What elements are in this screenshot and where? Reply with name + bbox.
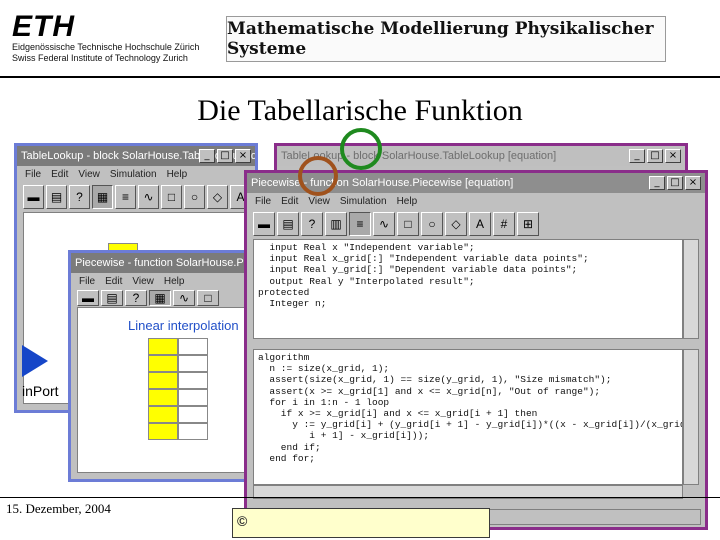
- menu-simulation[interactable]: Simulation: [340, 196, 387, 207]
- vertical-scrollbar[interactable]: [683, 239, 699, 339]
- window-controls: _ □ ×: [629, 149, 681, 163]
- line-icon[interactable]: ∿: [173, 290, 195, 306]
- piecewise-diagram-window[interactable]: Piecewise - function SolarHouse.Piecewis…: [68, 250, 254, 482]
- minimize-button[interactable]: _: [629, 149, 645, 163]
- component-icon[interactable]: ▬: [253, 212, 275, 236]
- highlight-circle-green: [340, 128, 382, 170]
- interpolation-table-graphic: [148, 338, 208, 440]
- eth-name-german: Eidgenössische Technische Hochschule Zür…: [12, 42, 200, 52]
- window-titlebar[interactable]: Piecewise - function SolarHouse.Piecewis…: [71, 253, 251, 273]
- line-icon[interactable]: ∿: [138, 185, 159, 209]
- polygon-icon[interactable]: ◇: [207, 185, 228, 209]
- diagram-icon[interactable]: ▦: [149, 290, 171, 306]
- component-icon[interactable]: ▬: [23, 185, 44, 209]
- ellipse-icon[interactable]: ○: [421, 212, 443, 236]
- piecewise-equation-window[interactable]: Piecewise - function SolarHouse.Piecewis…: [244, 170, 708, 530]
- text-icon[interactable]: ≡: [349, 212, 371, 236]
- menu-help[interactable]: Help: [164, 276, 185, 287]
- menu-bar: File Edit View Simulation Help: [17, 166, 255, 182]
- toolbar: ▬ ▤ ? ▦ ∿ □: [75, 289, 247, 307]
- eth-logo: ETH: [12, 10, 75, 43]
- minimize-button[interactable]: _: [199, 149, 215, 163]
- menu-file[interactable]: File: [255, 196, 271, 207]
- polygon-icon[interactable]: ◇: [445, 212, 467, 236]
- maximize-button[interactable]: □: [647, 149, 663, 163]
- info-icon[interactable]: ▥: [325, 212, 347, 236]
- maximize-button[interactable]: □: [667, 176, 683, 190]
- menu-help[interactable]: Help: [167, 169, 188, 180]
- menu-view[interactable]: View: [132, 276, 154, 287]
- minimize-button[interactable]: _: [649, 176, 665, 190]
- window-title: Piecewise - function SolarHouse.Piecewis…: [251, 177, 514, 189]
- slide-title: Die Tabellarische Funktion: [197, 94, 523, 127]
- menu-file[interactable]: File: [79, 276, 95, 287]
- save-icon[interactable]: ▤: [46, 185, 67, 209]
- close-button[interactable]: ×: [665, 149, 681, 163]
- menu-file[interactable]: File: [25, 169, 41, 180]
- toolbar: ▬ ▤ ? ▥ ≡ ∿ □ ○ ◇ A # ⊞: [251, 209, 701, 239]
- rectangle-icon[interactable]: □: [397, 212, 419, 236]
- window-titlebar[interactable]: TableLookup - block SolarHouse.TableLook…: [277, 146, 685, 166]
- help-icon[interactable]: ?: [69, 185, 90, 209]
- course-banner: Mathematische Modellierung Physikalische…: [226, 16, 666, 62]
- rectangle-icon[interactable]: □: [161, 185, 182, 209]
- close-button[interactable]: ×: [685, 176, 701, 190]
- vertical-scrollbar[interactable]: [683, 349, 699, 485]
- help-icon[interactable]: ?: [301, 212, 323, 236]
- grid-icon[interactable]: #: [493, 212, 515, 236]
- toolbar: ▬ ▤ ? ▦ ≡ ∿ □ ○ ◇ A: [21, 182, 251, 212]
- eth-name-english: Swiss Federal Institute of Technology Zu…: [12, 53, 188, 63]
- component-icon[interactable]: ▬: [77, 290, 99, 306]
- diagram-icon[interactable]: ▦: [92, 185, 113, 209]
- menu-view[interactable]: View: [78, 169, 100, 180]
- save-icon[interactable]: ▤: [277, 212, 299, 236]
- window-controls: _ □ ×: [649, 176, 701, 190]
- menu-edit[interactable]: Edit: [105, 276, 122, 287]
- footer-divider: [0, 497, 720, 498]
- window-title: Piecewise - function SolarHouse.Piecewis…: [75, 257, 251, 269]
- copyright-symbol: ©: [237, 513, 248, 529]
- footer-date: 15. Dezember, 2004: [6, 501, 111, 516]
- header-divider: [0, 76, 720, 78]
- save-icon[interactable]: ▤: [101, 290, 123, 306]
- help-icon[interactable]: ?: [125, 290, 147, 306]
- window-controls: _ □ ×: [199, 149, 251, 163]
- menu-bar: File Edit View Help: [71, 273, 251, 289]
- maximize-button[interactable]: □: [217, 149, 233, 163]
- footer-copyright-box: ©: [232, 508, 490, 538]
- menu-help[interactable]: Help: [397, 196, 418, 207]
- declarations-editor[interactable]: input Real x "Independent variable"; inp…: [253, 239, 683, 339]
- port-label: inPort: [22, 383, 59, 399]
- menu-simulation[interactable]: Simulation: [110, 169, 157, 180]
- linear-interpolation-label: Linear interpolation: [128, 318, 239, 333]
- rectangle-icon[interactable]: □: [197, 290, 219, 306]
- text-tool-icon[interactable]: A: [469, 212, 491, 236]
- line-icon[interactable]: ∿: [373, 212, 395, 236]
- input-port-arrow-icon[interactable]: [22, 345, 48, 377]
- algorithm-editor[interactable]: algorithm n := size(x_grid, 1); assert(s…: [253, 349, 683, 485]
- close-button[interactable]: ×: [235, 149, 251, 163]
- menu-edit[interactable]: Edit: [51, 169, 68, 180]
- text-icon[interactable]: ≡: [115, 185, 136, 209]
- highlight-circle-brown: [298, 156, 338, 196]
- menu-edit[interactable]: Edit: [281, 196, 298, 207]
- menu-view[interactable]: View: [308, 196, 330, 207]
- diagram-canvas[interactable]: Linear interpolation: [77, 307, 245, 473]
- ellipse-icon[interactable]: ○: [184, 185, 205, 209]
- zoom-icon[interactable]: ⊞: [517, 212, 539, 236]
